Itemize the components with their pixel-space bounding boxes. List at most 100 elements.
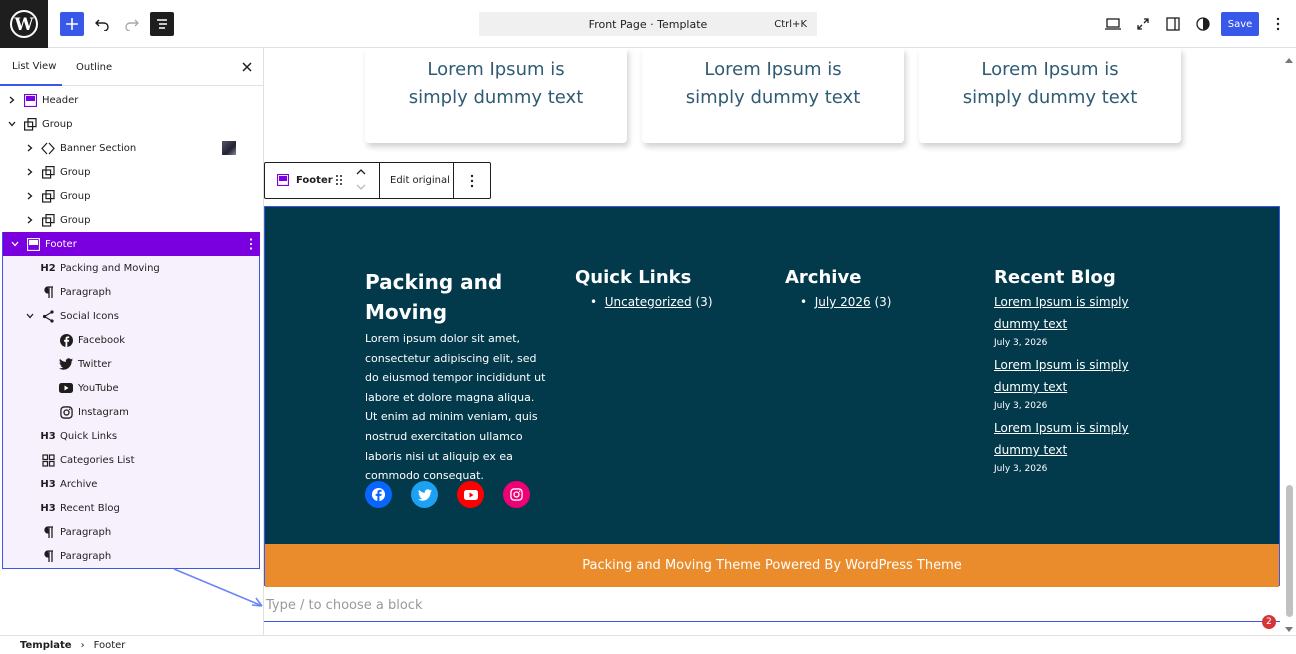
redo-icon[interactable]	[120, 12, 144, 36]
scrollbar-thumb[interactable]	[1286, 485, 1293, 617]
list-view-item-group[interactable]: Group	[0, 208, 262, 232]
instagram-icon[interactable]	[503, 481, 530, 508]
list-view-item-twitter[interactable]: Twitter	[0, 352, 262, 376]
youtube-icon	[59, 381, 73, 395]
more-vertical-icon[interactable]	[470, 174, 474, 191]
tab-list-view[interactable]: List View	[0, 48, 62, 86]
breadcrumb-item[interactable]: Footer	[94, 640, 126, 651]
list-view-item-youtube[interactable]: YouTube	[0, 376, 262, 400]
notification-badge[interactable]: 2	[1262, 615, 1276, 629]
template-part-icon	[276, 173, 290, 189]
chevron-down-icon[interactable]	[10, 239, 20, 249]
youtube-icon[interactable]	[457, 481, 484, 508]
undo-icon[interactable]	[90, 12, 114, 36]
list-view-item-packing-and-moving[interactable]: H2 Packing and Moving	[0, 256, 262, 280]
save-button[interactable]: Save	[1221, 12, 1259, 36]
template-part-icon	[26, 237, 40, 251]
document-overview-icon[interactable]	[150, 12, 174, 36]
recent-post: Lorem Ipsum is simply dummy text July 3,…	[994, 354, 1174, 417]
sidebar-tabs: List View Outline	[0, 48, 263, 86]
block-toolbar: Footer Edit original	[264, 162, 491, 199]
list-view-item-instagram[interactable]: Instagram	[0, 400, 262, 424]
wordpress-logo[interactable]: W	[0, 0, 48, 48]
recent-post-link[interactable]: Lorem Ipsum is simply dummy text	[994, 291, 1174, 335]
twitter-icon[interactable]	[411, 481, 438, 508]
editor-canvas[interactable]: Lorem Ipsum is simply dummy text Lorem I…	[264, 48, 1282, 635]
more-vertical-icon[interactable]	[249, 238, 253, 253]
plus-icon[interactable]	[60, 12, 84, 36]
heading-icon: H2	[40, 262, 56, 274]
list-view-item-label: Group	[42, 118, 73, 130]
block-appender[interactable]: Type / to choose a block	[264, 598, 1280, 622]
list-view-item-categories-list[interactable]: Categories List	[0, 448, 262, 472]
feature-card[interactable]: Lorem Ipsum is simply dummy text	[365, 48, 627, 143]
list-view-item-group[interactable]: Group	[0, 112, 262, 136]
heading-icon: H3	[40, 502, 56, 514]
list-view-item-label: Recent Blog	[60, 502, 120, 514]
paragraph-icon	[41, 285, 55, 299]
feature-card[interactable]: Lorem Ipsum is simply dummy text	[919, 48, 1181, 143]
list-view-item-archive[interactable]: H3 Archive	[0, 472, 262, 496]
styles-icon[interactable]	[1191, 12, 1215, 36]
chevron-right-icon[interactable]	[25, 143, 35, 153]
chevron-down-icon[interactable]	[7, 119, 17, 129]
footer-quick-links-title: Quick Links	[575, 267, 692, 288]
move-down-icon[interactable]	[356, 183, 366, 194]
more-vertical-icon[interactable]	[1266, 12, 1290, 36]
drag-arrow-icon	[173, 568, 263, 607]
footer-archive-title: Archive	[785, 267, 862, 288]
list-view-item-quick-links[interactable]: H3 Quick Links	[0, 424, 262, 448]
list-view-item-label: YouTube	[78, 382, 119, 394]
list-view-item-group[interactable]: Group	[0, 160, 262, 184]
list-view-item-paragraph[interactable]: Paragraph	[0, 520, 262, 544]
edit-original-button[interactable]: Edit original	[390, 175, 450, 186]
drag-handle-icon[interactable]	[335, 174, 343, 189]
scroll-up-icon[interactable]	[1285, 52, 1293, 67]
group-icon	[23, 117, 37, 131]
move-up-icon[interactable]	[356, 168, 366, 179]
chevron-right-icon[interactable]	[7, 95, 17, 105]
recent-post-link[interactable]: Lorem Ipsum is simply dummy text	[994, 417, 1174, 461]
list-view-item-facebook[interactable]: Facebook	[0, 328, 262, 352]
document-title-bar[interactable]: Front Page · Template Ctrl+K	[479, 12, 817, 36]
list-view-sidebar: List View Outline Header Group Banner Sect…	[0, 48, 264, 635]
bullet-icon: •	[800, 295, 815, 309]
recent-post-link[interactable]: Lorem Ipsum is simply dummy text	[994, 354, 1174, 398]
list-view-item-group[interactable]: Group	[0, 184, 262, 208]
copyright-bar: Packing and Moving Theme Powered By Word…	[265, 544, 1279, 587]
group-icon	[41, 189, 55, 203]
list-view-item-social-icons[interactable]: Social Icons	[0, 304, 262, 328]
list-view-item-label: Quick Links	[60, 430, 118, 442]
list-view-item-label: Paragraph	[60, 526, 112, 538]
chevron-right-icon[interactable]	[25, 215, 35, 225]
category-link[interactable]: Uncategorized	[605, 295, 692, 309]
desktop-icon[interactable]	[1101, 12, 1125, 36]
toolbar-divider	[453, 163, 454, 198]
list-view-item-paragraph[interactable]: Paragraph	[0, 280, 262, 304]
tab-outline[interactable]: Outline	[76, 48, 112, 86]
facebook-icon[interactable]	[365, 481, 392, 508]
card-text: Lorem Ipsum is simply dummy text	[685, 59, 861, 108]
feature-card[interactable]: Lorem Ipsum is simply dummy text	[642, 48, 904, 143]
chevron-right-icon[interactable]	[25, 167, 35, 177]
list-view-item-header[interactable]: Header	[0, 88, 262, 112]
cover-icon	[41, 141, 55, 155]
expand-icon[interactable]	[1131, 12, 1155, 36]
toolbar-block-name[interactable]: Footer	[296, 175, 333, 186]
recent-post-date: July 3, 2026	[994, 464, 1048, 474]
close-icon[interactable]	[235, 55, 259, 79]
chevron-right-icon[interactable]	[25, 191, 35, 201]
list-view-item-recent-blog[interactable]: H3 Recent Blog	[0, 496, 262, 520]
recent-post-date: July 3, 2026	[994, 338, 1048, 348]
footer-block[interactable]: Packing and Moving Lorem ipsum dolor sit…	[264, 206, 1280, 587]
archive-link[interactable]: July 2026	[815, 295, 871, 309]
list-view-item-footer[interactable]: Footer	[3, 232, 260, 256]
sidebar-icon[interactable]	[1161, 12, 1185, 36]
banner-thumbnail	[222, 141, 236, 155]
list-view-item-banner-section[interactable]: Banner Section	[0, 136, 262, 160]
command-shortcut: Ctrl+K	[774, 18, 807, 30]
breadcrumb: Template › Footer	[0, 635, 1296, 654]
chevron-down-icon[interactable]	[25, 311, 35, 321]
breadcrumb-item[interactable]: Template	[20, 640, 72, 651]
canvas-scrollbar[interactable]	[1282, 48, 1296, 635]
